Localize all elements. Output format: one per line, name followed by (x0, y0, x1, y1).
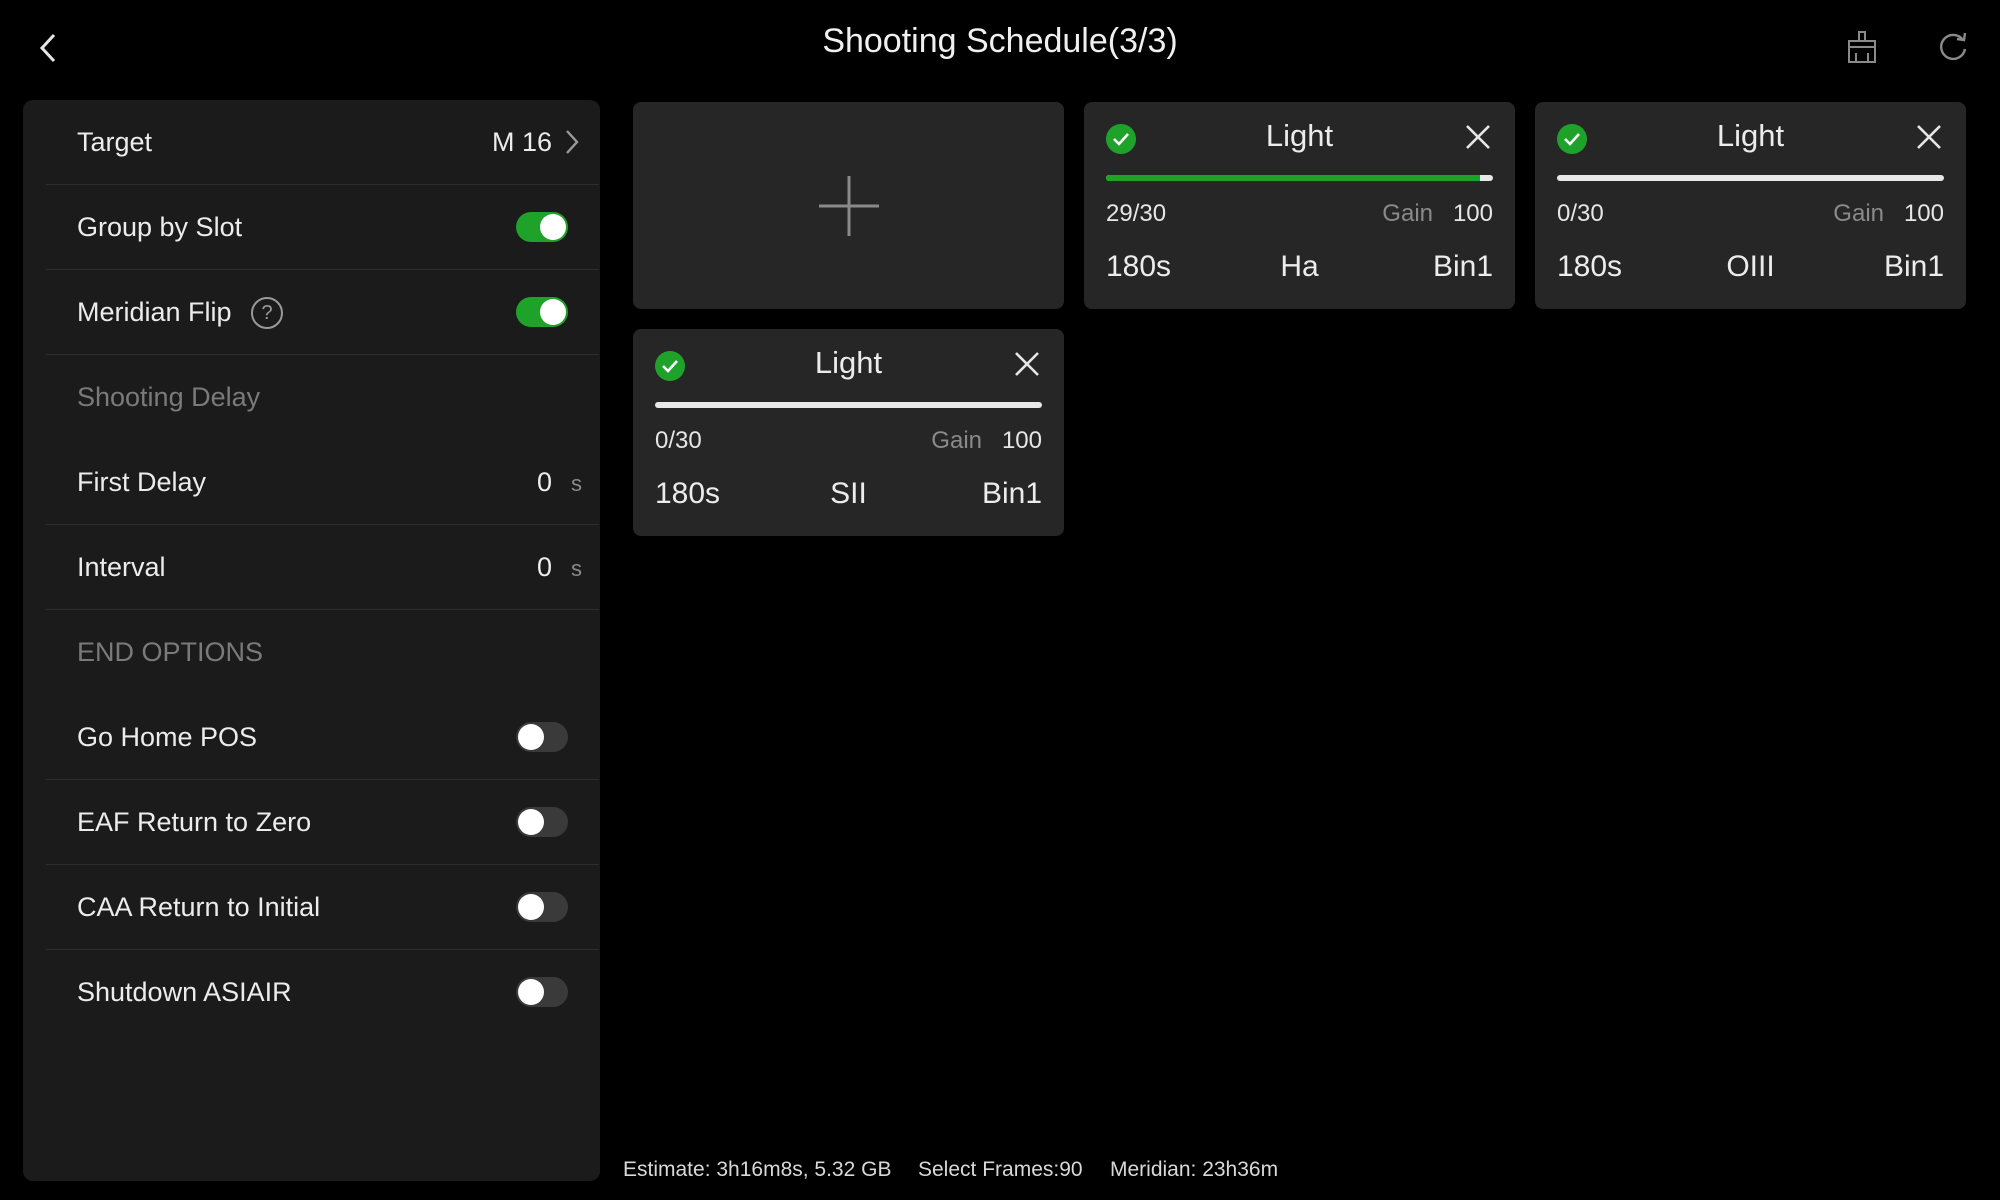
caa-toggle[interactable] (516, 892, 568, 922)
refresh-icon (1940, 32, 1967, 61)
frame-type-label[interactable]: Light (1084, 118, 1515, 154)
close-icon[interactable] (1914, 122, 1944, 152)
eaf-label: EAF Return to Zero (77, 807, 312, 837)
gain-value[interactable]: 100 (1453, 200, 1493, 228)
toggle-knob (540, 299, 566, 325)
gain-label: Gain (1382, 200, 1433, 227)
progress-bar (1557, 175, 1944, 181)
go-home-label: Go Home POS (77, 722, 258, 752)
target-label: Target (77, 127, 153, 157)
shutdown-label: Shutdown ASIAIR (77, 977, 292, 1007)
progress-fill (1106, 175, 1481, 181)
eaf-toggle[interactable] (516, 807, 568, 837)
progress-bar (1106, 175, 1493, 181)
end-options-section: END OPTIONS (46, 610, 599, 694)
target-value: M 16 (491, 127, 552, 157)
frame-type-label[interactable]: Light (633, 345, 1064, 381)
toggle-knob (518, 894, 544, 920)
meridian-text: Meridian: 23h36m (1110, 1158, 1279, 1181)
gain-value[interactable]: 100 (1904, 200, 1944, 228)
bin-value[interactable]: Bin1 (1433, 250, 1493, 284)
close-icon[interactable] (1463, 122, 1493, 152)
add-plan-button[interactable] (633, 102, 1064, 309)
interval-label: Interval (77, 552, 166, 582)
page-title: Shooting Schedule(3/3) (822, 22, 1178, 60)
bin-value[interactable]: Bin1 (982, 477, 1042, 511)
section-header: END OPTIONS (77, 637, 264, 667)
toggle-knob (540, 214, 566, 240)
shutdown-toggle[interactable] (516, 977, 568, 1007)
broom-icon (1848, 31, 1876, 63)
frame-count: 0/30 (1557, 200, 1604, 227)
gain-label: Gain (931, 427, 982, 454)
frame-type-label[interactable]: Light (1535, 118, 1966, 154)
first-delay-unit: s (571, 471, 582, 496)
frame-count: 29/30 (1106, 200, 1167, 227)
estimate-text: Estimate: 3h16m8s, 5.32 GB (623, 1158, 892, 1181)
first-delay-row[interactable]: First Delay 0 s (46, 440, 599, 525)
go-home-toggle[interactable] (516, 722, 568, 752)
caa-label: CAA Return to Initial (77, 892, 321, 922)
group-by-slot-toggle[interactable] (516, 212, 568, 242)
refresh-button[interactable] (1930, 24, 1976, 70)
caa-row: CAA Return to Initial (46, 865, 599, 950)
shutdown-row: Shutdown ASIAIR (46, 950, 599, 1034)
group-by-slot-label: Group by Slot (77, 212, 243, 242)
interval-row[interactable]: Interval 0 s (46, 525, 599, 610)
header-bar: Shooting Schedule(3/3) (0, 0, 2000, 95)
clear-button[interactable] (1839, 24, 1885, 70)
close-icon[interactable] (1012, 349, 1042, 379)
shooting-delay-section: Shooting Delay (46, 355, 599, 439)
group-by-slot-row: Group by Slot (46, 185, 599, 270)
plan-card[interactable]: Light 29/30 Gain 100 180s Ha Bin1 (1084, 102, 1515, 309)
meridian-flip-toggle[interactable] (516, 297, 568, 327)
go-home-row: Go Home POS (46, 695, 599, 780)
bin-value[interactable]: Bin1 (1884, 250, 1944, 284)
select-frames-text: Select Frames:90 (918, 1158, 1083, 1181)
eaf-row: EAF Return to Zero (46, 780, 599, 865)
first-delay-value[interactable]: 0 (537, 440, 552, 524)
plan-card[interactable]: Light 0/30 Gain 100 180s OIII Bin1 (1535, 102, 1966, 309)
chevron-right-icon (566, 130, 579, 154)
toggle-knob (518, 724, 544, 750)
meridian-flip-row: Meridian Flip ? (46, 270, 599, 355)
section-header: Shooting Delay (77, 382, 261, 412)
settings-panel: Target M 16 Group by Slot Meridian Flip … (23, 100, 600, 1181)
plus-icon (818, 175, 879, 236)
interval-unit: s (571, 556, 582, 581)
first-delay-label: First Delay (77, 467, 207, 497)
meridian-flip-label: Meridian Flip (77, 297, 232, 327)
plan-card[interactable]: Light 0/30 Gain 100 180s SII Bin1 (633, 329, 1064, 536)
interval-value[interactable]: 0 (537, 525, 552, 609)
frame-count: 0/30 (655, 427, 702, 454)
toggle-knob (518, 979, 544, 1005)
target-row[interactable]: Target M 16 (46, 100, 599, 185)
gain-label: Gain (1833, 200, 1884, 227)
help-icon[interactable]: ? (251, 297, 283, 329)
toggle-knob (518, 809, 544, 835)
gain-value[interactable]: 100 (1002, 427, 1042, 455)
progress-bar (655, 402, 1042, 408)
